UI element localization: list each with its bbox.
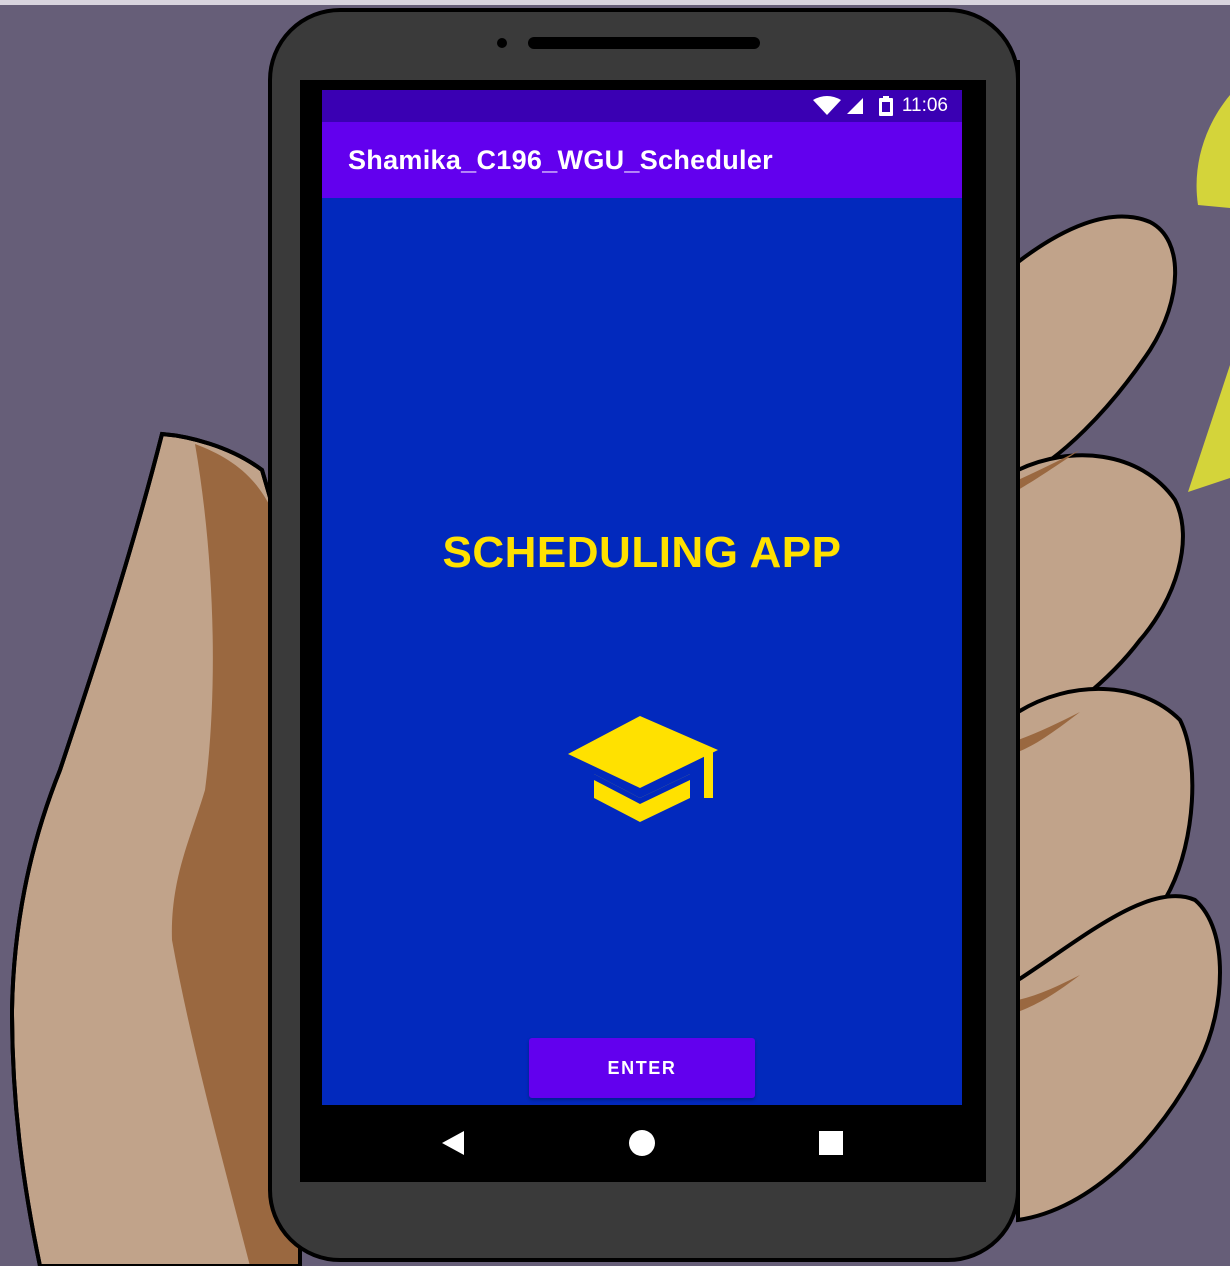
back-button[interactable] [429,1119,477,1167]
phone-screen: 11:06 Shamika_C196_WGU_Scheduler SCHEDUL… [322,90,962,1105]
navigation-bar [302,1105,986,1180]
enter-button[interactable]: ENTER [529,1038,755,1098]
battery-icon [878,96,893,116]
status-time: 11:06 [901,95,948,116]
wifi-icon [812,96,841,115]
recents-icon [819,1131,843,1155]
app-heading: SCHEDULING APP [442,528,842,577]
app-bar: Shamika_C196_WGU_Scheduler [322,122,962,198]
graduation-cap-icon [568,716,718,822]
home-button[interactable] [618,1119,666,1167]
phone-illustration-scene: 11:06 Shamika_C196_WGU_Scheduler SCHEDUL… [0,0,1230,1266]
home-icon [629,1130,655,1156]
back-icon [442,1131,464,1155]
signal-icon [846,98,863,114]
main-content: SCHEDULING APP ENTER [322,198,962,1105]
recents-button[interactable] [807,1119,855,1167]
status-icons [812,96,894,116]
app-title: Shamika_C196_WGU_Scheduler [348,144,773,175]
status-bar: 11:06 [322,90,962,122]
